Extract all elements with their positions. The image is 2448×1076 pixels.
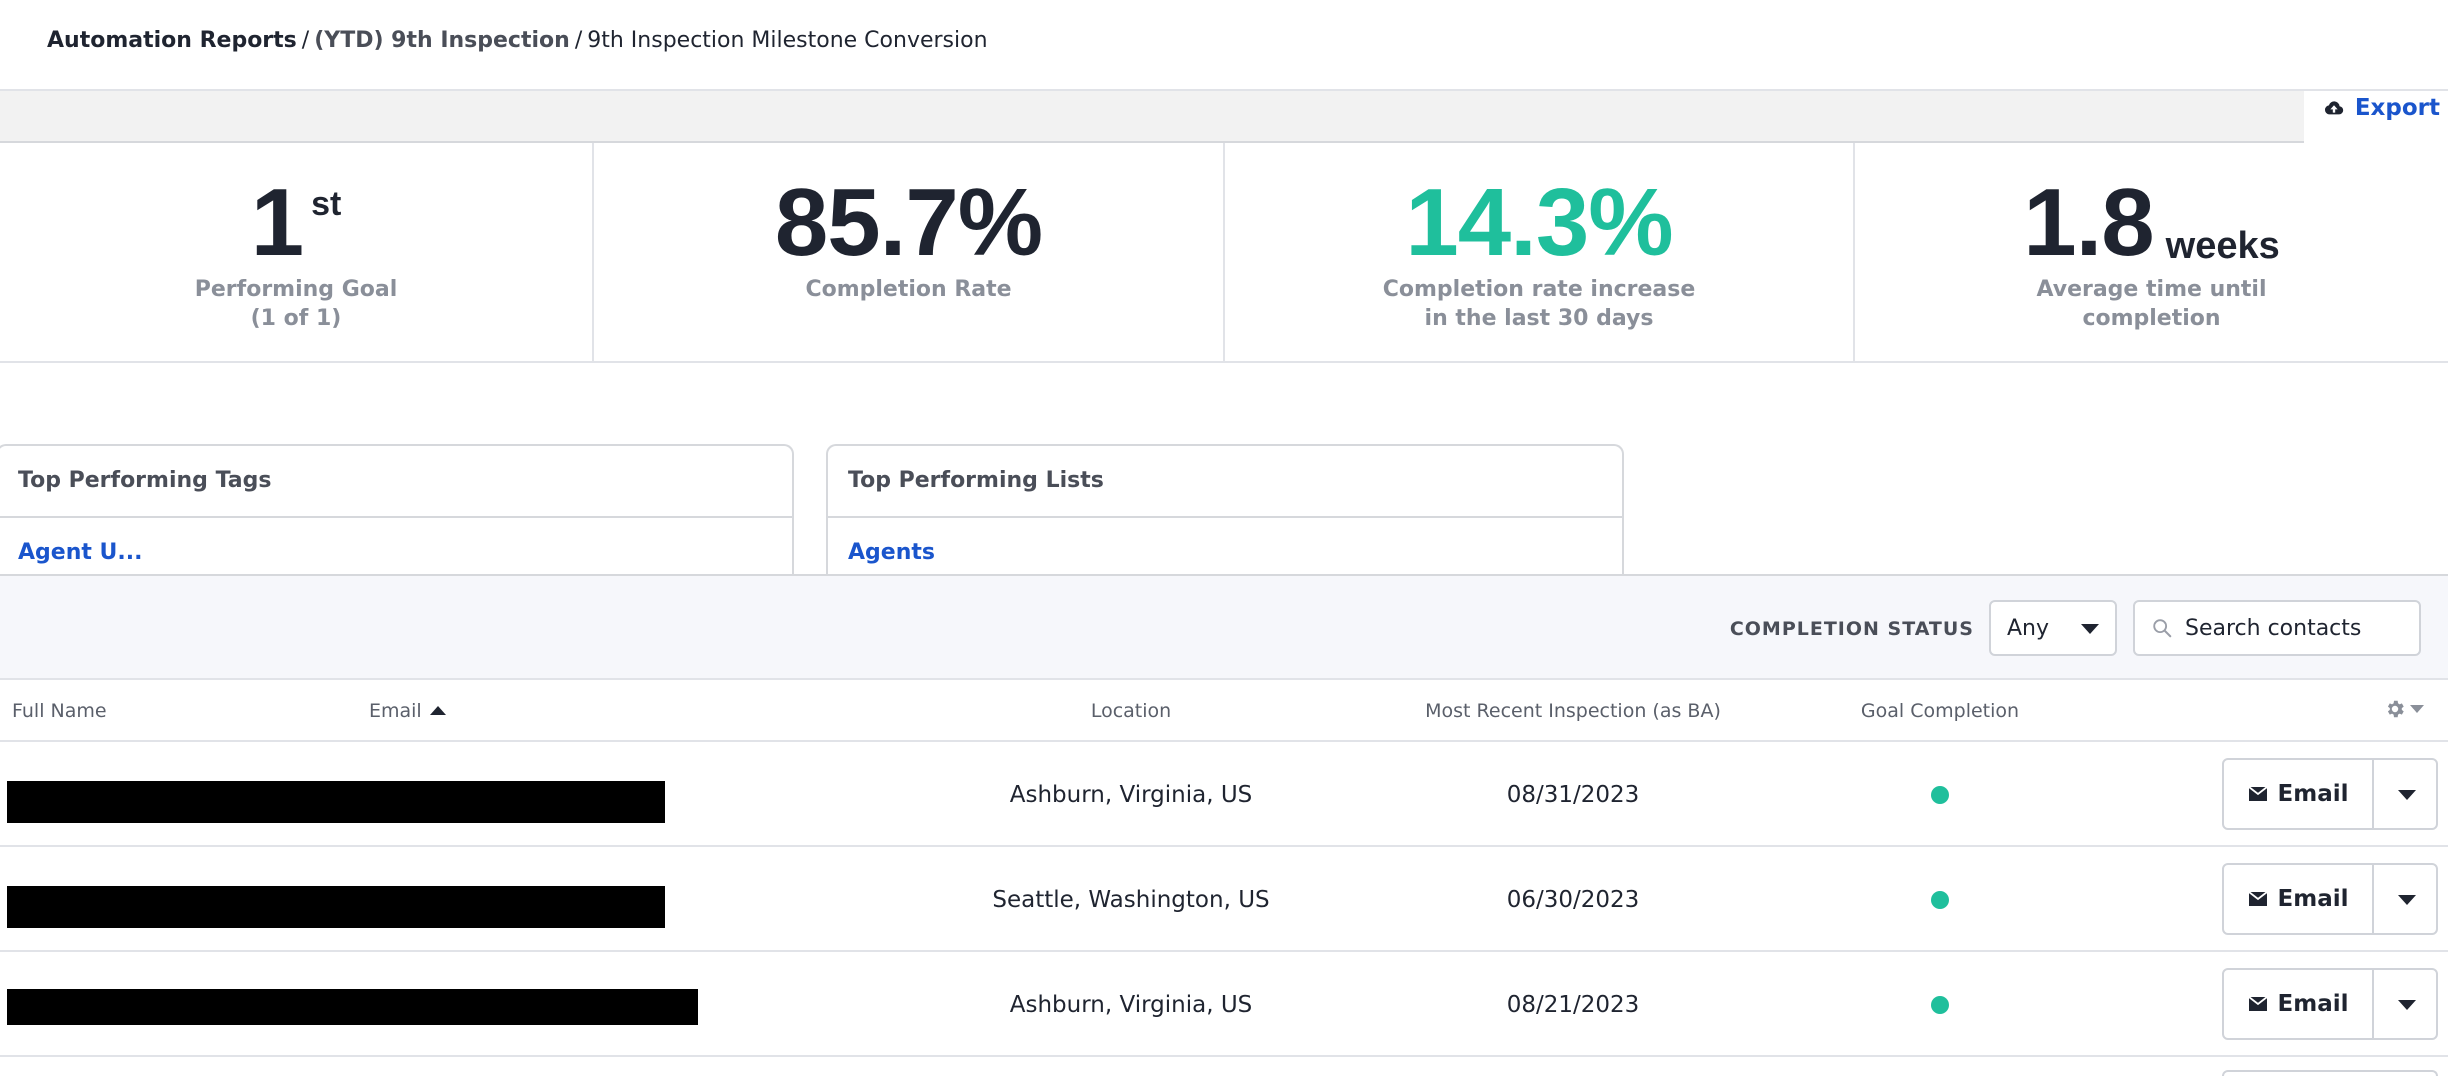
chevron-down-icon [2081,624,2099,634]
email-button[interactable]: Email [2224,760,2374,828]
table-row [0,1058,2448,1076]
stat-label-line: (1 of 1) [250,306,342,331]
email-action-group: Email [2222,758,2438,830]
breadcrumb-automation-reports[interactable]: Automation Reports [47,28,297,53]
breadcrumb-ytd-inspection[interactable]: (YTD) 9th Inspection [314,28,570,53]
goal-complete-indicator [1931,891,1949,909]
stat-value: 1 [250,169,304,276]
breadcrumb-separator: / [574,28,583,53]
email-options-dropdown[interactable] [2374,970,2436,1038]
email-action-group: Email [2222,863,2438,935]
email-button[interactable]: Email [2224,865,2374,933]
chevron-down-icon [2410,705,2424,713]
stat-label: Performing Goal (1 of 1) [0,275,592,333]
goal-complete-indicator [1931,786,1949,804]
column-email-label: Email [369,700,422,722]
chevron-down-icon [2398,895,2416,905]
breadcrumb: Automation Reports / (YTD) 9th Inspection /… [47,26,988,56]
goal-complete-indicator [1931,996,1949,1014]
breadcrumb-separator: / [301,28,310,53]
email-action-group[interactable] [2222,1070,2438,1076]
stat-label-line: Average time until [2036,277,2267,302]
table-row[interactable]: Ashburn, Virginia, US 08/31/2023 Email [0,742,2448,847]
location-cell: Ashburn, Virginia, US [1009,782,1253,808]
column-settings-button[interactable] [2384,698,2424,720]
export-label: Export [2354,95,2440,121]
stat-rate-increase: 14.3% Completion rate increase in the la… [1225,143,1855,361]
location-cell: Ashburn, Virginia, US [1009,992,1253,1018]
email-button-label: Email [2277,886,2349,912]
stat-average-time: 1.8 weeks Average time until completion [1855,143,2448,361]
completion-status-label: COMPLETION STATUS [1729,618,1974,640]
email-options-dropdown[interactable] [2374,760,2436,828]
inspection-date-cell: 08/31/2023 [1506,782,1640,808]
stat-performing-goal: 1 st Performing Goal (1 of 1) [0,143,594,361]
sort-ascending-icon [429,706,446,715]
column-location[interactable]: Location [1091,700,1171,722]
column-goal-completion[interactable]: Goal Completion [1861,700,2019,722]
page-header: Automation Reports / (YTD) 9th Inspection /… [0,0,2448,91]
redacted-contact [7,781,665,823]
cloud-upload-icon [2324,101,2344,115]
toolbar [0,91,2304,143]
chevron-down-icon [2398,790,2416,800]
search-input[interactable] [2185,615,2405,641]
search-box [2133,600,2421,656]
envelope-icon [2247,996,2268,1011]
completion-status-value: Any [2007,616,2050,641]
card-title: Top Performing Tags [0,446,792,518]
stat-label-line: Completion Rate [805,277,1012,302]
envelope-icon [2247,786,2268,801]
stat-suffix: st [311,185,342,223]
email-button-label: Email [2277,991,2349,1017]
stat-value: 85.7% [774,169,1043,276]
stat-label: Average time until completion [1855,275,2448,333]
breadcrumb-current: 9th Inspection Milestone Conversion [587,28,988,53]
completion-status-select[interactable]: Any [1989,600,2117,656]
stat-value: 1.8 [2023,169,2154,276]
column-most-recent-inspection[interactable]: Most Recent Inspection (as BA) [1425,700,1721,722]
location-cell: Seattle, Washington, US [992,887,1270,913]
chevron-down-icon [2398,1000,2416,1010]
tag-link[interactable]: Agent U... [0,518,792,565]
email-action-group: Email [2222,968,2438,1040]
stat-label-line: completion [2082,306,2221,331]
stats-row: 1 st Performing Goal (1 of 1) 85.7% Comp… [0,143,2448,363]
stat-label: Completion rate increase in the last 30 … [1225,275,1853,333]
table-row[interactable]: Ashburn, Virginia, US 08/21/2023 Email [0,952,2448,1057]
stat-label-line: in the last 30 days [1424,306,1654,331]
magnifier-icon [2153,619,2172,638]
stat-label: Completion Rate [594,275,1223,304]
redacted-contact [7,989,698,1025]
card-title: Top Performing Lists [828,446,1622,518]
inspection-date-cell: 06/30/2023 [1506,887,1640,913]
table-row[interactable]: Seattle, Washington, US 06/30/2023 Email [0,847,2448,952]
column-full-name[interactable]: Full Name [12,700,107,722]
top-performing-lists-card: Top Performing Lists Agents [826,444,1624,574]
gear-icon [2387,700,2404,718]
email-button[interactable]: Email [2224,970,2374,1038]
redacted-contact [7,886,665,928]
top-performing-tags-card: Top Performing Tags Agent U... [0,444,794,574]
table-header: Full Name Email Location Most Recent Ins… [0,680,2448,742]
envelope-icon [2247,891,2268,906]
inspection-date-cell: 08/21/2023 [1506,992,1640,1018]
list-link[interactable]: Agents [828,518,1622,565]
stat-label-line: Completion rate increase [1382,277,1696,302]
stat-unit: weeks [2165,225,2280,267]
column-email[interactable]: Email [369,700,446,722]
export-button[interactable]: Export [2323,92,2440,124]
stat-value: 14.3% [1405,169,1673,276]
stat-completion-rate: 85.7% Completion Rate [594,143,1225,361]
email-options-dropdown[interactable] [2374,865,2436,933]
filter-bar: COMPLETION STATUS Any [0,574,2448,680]
email-button-label: Email [2277,781,2349,807]
stat-label-line: Performing Goal [194,277,398,302]
